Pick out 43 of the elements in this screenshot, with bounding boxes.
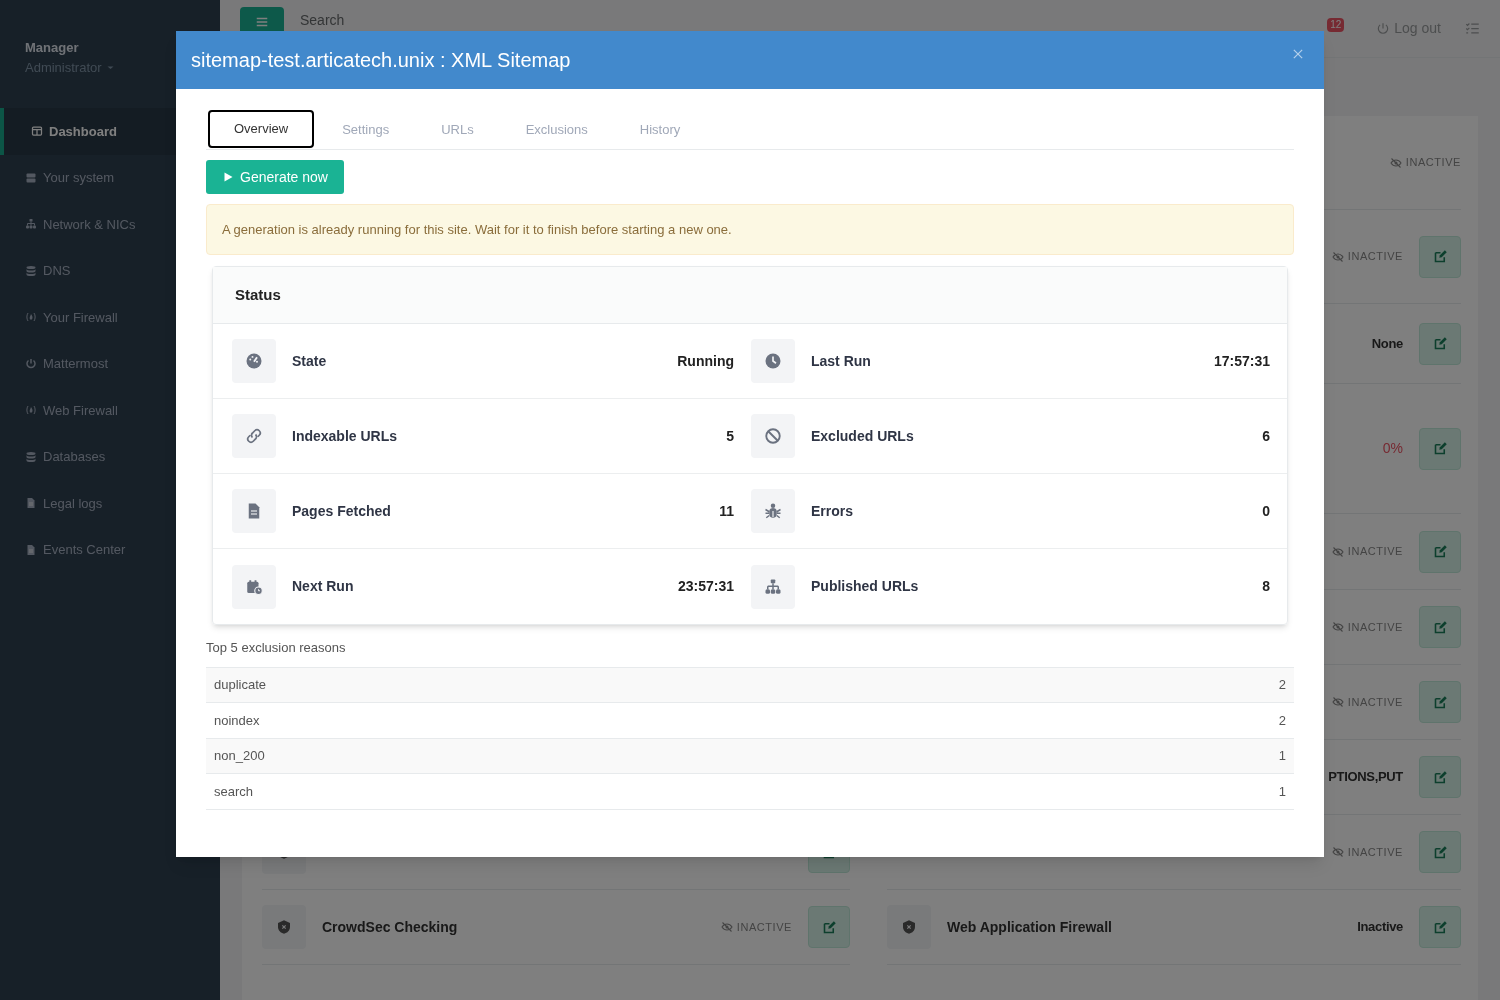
table-cell-text: noindex — [214, 711, 260, 730]
table-cell-text: 2 — [1278, 676, 1286, 694]
table-cell-text: non_200 — [214, 747, 265, 765]
status-value: Inactive — [1357, 918, 1403, 937]
inactive-status: INACTIVE — [720, 918, 792, 936]
stat-label: State — [292, 351, 328, 371]
inactive-status: INACTIVE — [1331, 248, 1403, 265]
table-cell-text: 2 — [1278, 711, 1286, 730]
row-label: CrowdSec Checking — [322, 917, 459, 937]
inactive-status: INACTIVE — [1389, 154, 1461, 171]
inactive-status: INACTIVE — [1331, 693, 1403, 711]
stat-value: Running — [677, 351, 734, 371]
section-title: Top 5 exclusion reasons — [206, 639, 347, 657]
percent-value: 0% — [1382, 439, 1403, 458]
row-label: Web Application Firewall — [947, 917, 1113, 937]
table-cell-text: duplicate — [214, 676, 267, 694]
stat-value: 5 — [726, 426, 734, 446]
stat-label: Pages Fetched — [292, 501, 392, 521]
stat-label: Indexable URLs — [292, 426, 399, 446]
stat-label: Published URLs — [811, 577, 920, 596]
inactive-status: INACTIVE — [1331, 543, 1403, 560]
status-value: PTIONS,PUT — [1328, 768, 1403, 787]
stat-value: 17:57:31 — [1213, 351, 1270, 371]
status-value: None — [1371, 334, 1403, 353]
user-name: Manager — [25, 39, 80, 57]
notification-badge: 12 — [1327, 17, 1345, 32]
stat-value: 0 — [1262, 501, 1270, 521]
stat-label: Excluded URLs — [811, 426, 915, 446]
stat-label: Errors — [811, 501, 855, 521]
card-title: Status — [235, 284, 281, 305]
stat-value: 8 — [1262, 577, 1270, 596]
modal-title: sitemap-test.articatech.unix : XML Sitemap — [191, 48, 571, 73]
table-cell-text: 1 — [1278, 747, 1286, 765]
inactive-status: INACTIVE — [1331, 618, 1403, 636]
table-cell-text: 1 — [1278, 782, 1286, 801]
stat-value: 23:57:31 — [677, 577, 734, 596]
stat-value: 11 — [719, 501, 734, 521]
stat-label: Last Run — [811, 351, 872, 371]
stat-label: Next Run — [292, 577, 355, 596]
inactive-status: INACTIVE — [1331, 843, 1403, 861]
stat-value: 6 — [1262, 426, 1270, 446]
table-cell-text: search — [214, 782, 254, 801]
warning-alert: A generation is already running for this site. Wait for it to finish before starting a new one. — [206, 204, 1294, 255]
